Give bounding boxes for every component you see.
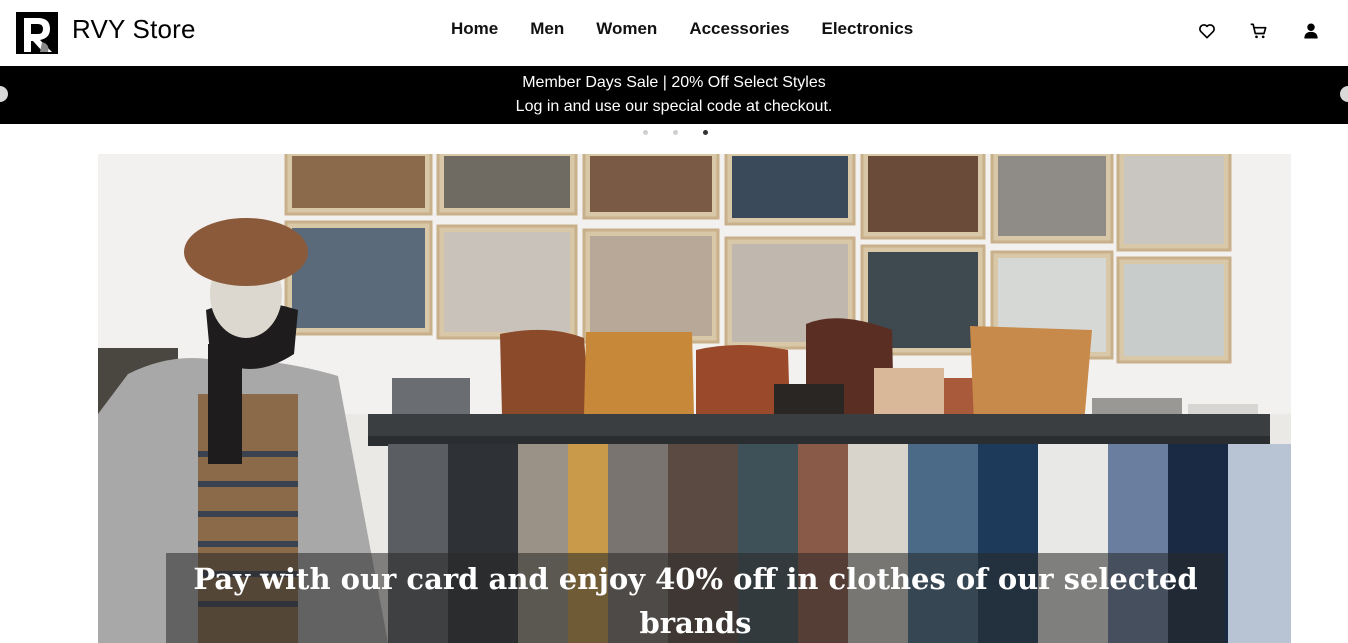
nav-men[interactable]: Men bbox=[530, 18, 564, 40]
header-actions bbox=[1196, 20, 1348, 42]
heart-icon[interactable] bbox=[1196, 20, 1218, 42]
site-header: RVY Store Home Men Women Accessories Ele… bbox=[0, 0, 1348, 66]
main-nav: Home Men Women Accessories Electronics bbox=[451, 18, 945, 40]
cart-icon[interactable] bbox=[1248, 20, 1270, 42]
carousel-dots bbox=[643, 130, 733, 135]
promo-subtitle: Log in and use our special code at check… bbox=[515, 98, 833, 115]
user-icon[interactable] bbox=[1300, 20, 1322, 42]
nav-accessories[interactable]: Accessories bbox=[689, 18, 789, 40]
carousel-dot-2[interactable] bbox=[673, 130, 678, 135]
store-logo[interactable] bbox=[16, 12, 58, 54]
nav-women[interactable]: Women bbox=[596, 18, 657, 40]
hero-caption: Pay with our card and enjoy 40% off in c… bbox=[193, 562, 1198, 640]
nav-home[interactable]: Home bbox=[451, 18, 498, 40]
promo-banner: Member Days Sale | 20% Off Select Styles… bbox=[0, 66, 1348, 124]
nav-electronics[interactable]: Electronics bbox=[822, 18, 914, 40]
brand-name[interactable]: RVY Store bbox=[72, 14, 196, 45]
carousel-dot-3[interactable] bbox=[703, 130, 708, 135]
carousel-dot-1[interactable] bbox=[643, 130, 648, 135]
promo-title: Member Days Sale | 20% Off Select Styles bbox=[522, 74, 826, 91]
